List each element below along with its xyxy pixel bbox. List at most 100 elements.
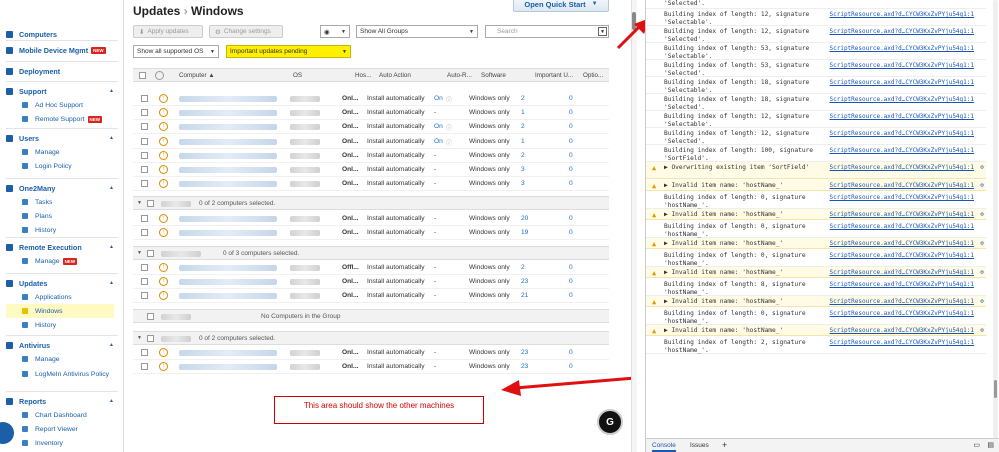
scrollbar-track[interactable] [631,0,637,452]
table-row[interactable]: ↑ Onl... Install automatically - Windows onl… [133,212,609,226]
table-row[interactable]: ↑ Onl... Install automatically - Windows onl… [133,275,609,290]
important-updates-link[interactable]: 19 [521,229,528,236]
sidebar-section-3[interactable]: Support ▲ [6,84,118,98]
devtools-tab-console[interactable]: Console [652,442,676,452]
console-source-link[interactable]: ScriptResource.axd?d…CYCW3KxZvPYju54g1:1 [830,281,975,288]
console-source-link[interactable]: ScriptResource.axd?d…CYCW3KxZvPYju54g1:1 [830,252,975,259]
row-checkbox[interactable] [141,109,148,117]
chevron-up-icon[interactable]: ▲ [109,398,114,404]
optional-updates-link[interactable]: 0 [569,138,573,145]
optional-updates-link[interactable]: 0 [569,95,573,102]
sidebar-item-manage[interactable]: Manage [6,352,114,366]
console-source-link[interactable]: ScriptResource.axd?d…CYCW3KxZvPYju54g1:1 [830,62,975,69]
group-header[interactable]: ▼ 0 of 3 computers selected. [133,246,609,260]
devtools-tab-issues[interactable]: Issues [690,442,709,449]
column-header-0[interactable]: Computer ▲ [179,72,215,79]
copy-icon[interactable]: ⊜ [980,298,984,305]
os-select[interactable]: Show all supported OS ▼ [133,45,219,58]
console-message[interactable]: ▶ Invalid item name: 'hostName_' [664,211,814,219]
optional-updates-link[interactable]: 0 [569,229,573,236]
group-checkbox[interactable] [147,335,154,342]
sidebar-item-ad-hoc-support[interactable]: Ad Hoc Support [6,98,114,112]
optional-updates-link[interactable]: 0 [569,152,573,159]
column-header-7[interactable]: Optio... [583,72,603,79]
optional-updates-link[interactable]: 0 [569,166,573,173]
console-source-link[interactable]: ScriptResource.axd?d…CYCW3KxZvPYju54g1:1 [830,310,975,317]
sidebar-section-5[interactable]: One2Many ▲ [6,181,118,195]
sidebar-item-history[interactable]: History [6,223,114,237]
row-checkbox[interactable] [141,95,148,102]
console-message[interactable]: ▶ Overwriting existing item 'SortField' [664,164,814,172]
row-checkbox[interactable] [141,278,148,286]
console-source-link[interactable]: ScriptResource.axd?d…CYCW3KxZvPYju54g1:1 [830,164,975,171]
chevron-up-icon[interactable]: ▲ [109,342,114,348]
table-row[interactable]: ↑ Onl... Install automatically - Windows onl… [133,177,609,192]
row-checkbox[interactable] [141,292,148,300]
sidebar-section-4[interactable]: Users ▲ [6,131,118,145]
search-dropdown-icon[interactable]: ▼ [598,27,607,36]
table-row[interactable]: ↑ Onl... Install automatically On ⓘ Windows o… [133,92,609,106]
group-checkbox[interactable] [147,200,154,207]
search-input[interactable]: Search ▼ [485,25,609,38]
column-header-3[interactable]: Auto Action [379,72,411,79]
console-source-link[interactable]: ScriptResource.axd?d…CYCW3KxZvPYju54g1:1 [830,130,975,137]
column-header-4[interactable]: Auto-R... [447,72,472,79]
optional-updates-link[interactable]: 0 [569,363,573,370]
dock-icon[interactable]: ▭ [973,441,980,449]
info-icon[interactable]: ⓘ [446,95,452,104]
column-header-2[interactable]: Hos... [355,72,371,79]
sidebar-section-9[interactable]: Reports ▲ [6,394,118,408]
sidebar-item-report-viewer[interactable]: Report Viewer [6,422,114,436]
optional-updates-link[interactable]: 0 [569,292,573,299]
console-source-link[interactable]: ScriptResource.axd?d…CYCW3KxZvPYju54g1:1 [830,223,975,230]
important-updates-link[interactable]: 23 [521,363,528,370]
console-source-link[interactable]: ScriptResource.axd?d…CYCW3KxZvPYju54g1:1 [830,113,975,120]
add-tab-icon[interactable]: + [722,440,727,450]
sidebar-item-applications[interactable]: Applications [6,290,114,304]
important-updates-link[interactable]: 23 [521,349,528,356]
chevron-up-icon[interactable]: ▲ [109,185,114,191]
open-quick-start-button[interactable]: Open Quick Start ▼ [513,0,609,12]
important-updates-link[interactable]: 2 [521,152,525,159]
info-icon[interactable]: ⓘ [446,123,452,132]
group-header[interactable]: No Computers in the Group [133,309,609,323]
copy-icon[interactable]: ⊜ [980,240,984,247]
console-message[interactable]: ▶ Invalid item name: 'hostName_' [664,182,814,190]
important-updates-link[interactable]: 2 [521,123,525,130]
console-source-link[interactable]: ScriptResource.axd?d…CYCW3KxZvPYju54g1:1 [830,28,975,35]
sidebar-section-6[interactable]: Remote Execution ▲ [6,240,118,254]
console-message[interactable]: ▶ Invalid item name: 'hostName_' [664,269,814,277]
important-updates-link[interactable]: 3 [521,180,525,187]
group-header[interactable]: ▼ 0 of 2 computers selected. [133,196,609,210]
column-header-5[interactable]: Software [481,72,506,79]
optional-updates-link[interactable]: 0 [569,180,573,187]
console-source-link[interactable]: ScriptResource.axd?d…CYCW3KxZvPYju54g1:1 [830,45,975,52]
apply-updates-button[interactable]: ⬇ Apply updates [133,25,203,38]
devtools-scrollbar-thumb[interactable] [994,380,997,398]
console-message[interactable]: ▶ Invalid item name: 'hostName_' [664,327,814,335]
important-updates-link[interactable]: 3 [521,166,525,173]
sidebar-section-8[interactable]: Antivirus ▲ [6,338,118,352]
optional-updates-link[interactable]: 0 [569,278,573,285]
filter-select[interactable]: Important updates pending ▼ [226,45,351,58]
console-source-link[interactable]: ScriptResource.axd?d…CYCW3KxZvPYju54g1:1 [830,298,975,305]
sidebar-item-logmein-antivirus-policy[interactable]: LogMeIn Antivirus Policy [6,366,114,382]
group-checkbox[interactable] [147,313,154,320]
console-message[interactable]: ▶ Invalid item name: 'hostName_' [664,298,814,306]
sidebar-item-inventory[interactable]: Inventory [6,436,114,450]
important-updates-link[interactable]: 1 [521,109,525,116]
row-checkbox[interactable] [141,151,148,159]
important-updates-link[interactable]: 2 [521,264,525,271]
settings-icon[interactable]: ▤ [987,441,994,449]
copy-icon[interactable]: ⊜ [980,327,984,334]
row-checkbox[interactable] [141,166,148,173]
table-row[interactable]: ↑ Onl... Install automatically - Windows onl… [133,226,609,241]
auto-restart[interactable]: On [434,138,443,145]
sidebar-section-0[interactable]: Computers [6,27,118,41]
table-row[interactable]: ↑ Onl... Install automatically - Windows onl… [133,149,609,163]
row-checkbox[interactable] [141,180,148,188]
auto-restart[interactable]: On [434,123,443,130]
info-icon[interactable]: ⓘ [446,138,452,147]
sidebar-section-1[interactable]: Mobile Device Mgmt NEW [6,43,118,57]
optional-updates-link[interactable]: 0 [569,349,573,356]
